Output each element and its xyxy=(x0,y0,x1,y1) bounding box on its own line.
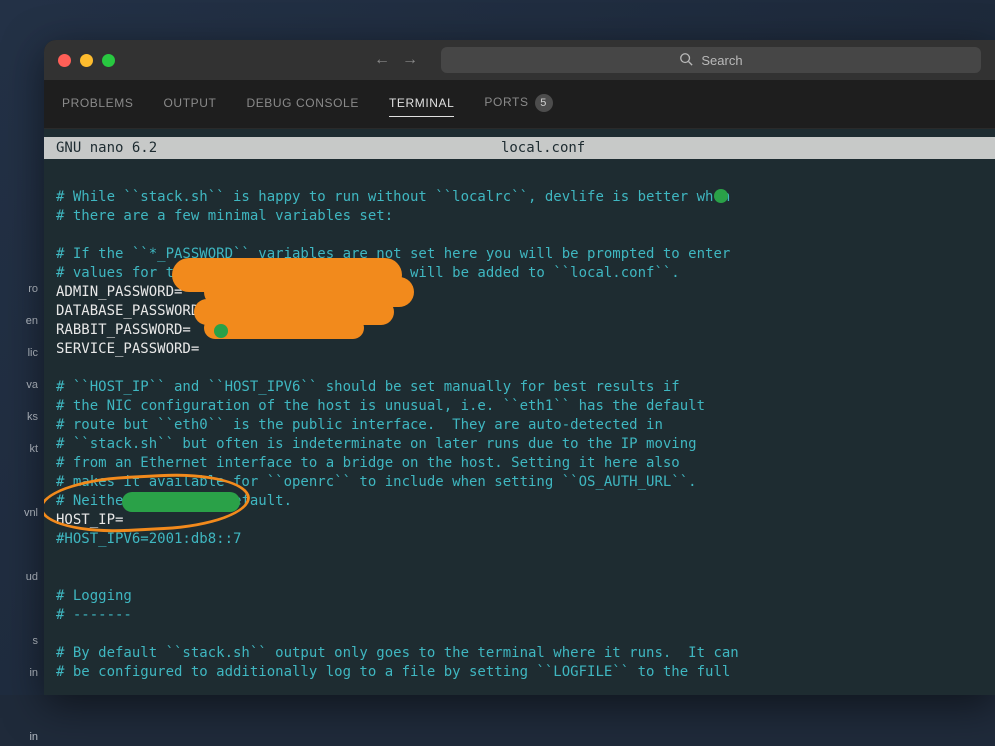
file-line: # the NIC configuration of the host is u… xyxy=(56,398,705,414)
tab-debug-console[interactable]: DEBUG CONSOLE xyxy=(246,96,359,116)
side-label xyxy=(0,696,40,714)
side-label: in xyxy=(0,664,40,682)
side-label: ud xyxy=(0,568,40,586)
side-label: ks xyxy=(0,408,40,426)
redaction-orange xyxy=(194,299,394,325)
side-label: in xyxy=(0,728,40,746)
file-line: # values for them by ``stack.sh``and the… xyxy=(56,265,680,281)
file-line: # route but ``eth0`` is the public inter… xyxy=(56,417,663,433)
tab-output[interactable]: OUTPUT xyxy=(164,96,217,116)
tab-problems[interactable]: PROBLEMS xyxy=(62,96,134,116)
nano-header-bar: GNU nano 6.2 local.conf xyxy=(44,137,995,159)
file-line: # If the ``*_PASSWORD`` variables are no… xyxy=(56,246,730,262)
ports-count-badge: 5 xyxy=(535,94,553,112)
redaction-orange xyxy=(204,317,364,339)
file-line: ADMIN_PASSWORD= xyxy=(56,284,182,300)
file-line: # ------- xyxy=(56,607,132,623)
titlebar: ← → Search xyxy=(44,40,995,80)
side-label: lic xyxy=(0,344,40,362)
tab-terminal[interactable]: TERMINAL xyxy=(389,96,454,117)
file-line: # from an Ethernet interface to a bridge… xyxy=(56,455,680,471)
file-line: # Neither is set by default. xyxy=(56,493,292,509)
side-label xyxy=(0,472,40,490)
file-line: # ``HOST_IP`` and ``HOST_IPV6`` should b… xyxy=(56,379,680,395)
panel-tabs: PROBLEMS OUTPUT DEBUG CONSOLE TERMINAL P… xyxy=(44,80,995,129)
tab-ports[interactable]: PORTS 5 xyxy=(484,94,552,118)
file-line: #HOST_IPV6=2001:db8::7 xyxy=(56,531,241,547)
tab-label: DEBUG CONSOLE xyxy=(246,96,359,110)
side-label xyxy=(0,600,40,618)
file-line: SERVICE_PASSWORD= xyxy=(56,341,199,357)
redaction-orange xyxy=(204,277,414,307)
nav-back-button[interactable]: ← xyxy=(369,47,395,73)
tab-label: PORTS xyxy=(484,95,528,109)
file-line: # While ``stack.sh`` is happy to run wit… xyxy=(56,189,730,205)
file-line: RABBIT_PASSWORD= xyxy=(56,322,191,338)
tab-label: PROBLEMS xyxy=(62,96,134,110)
file-line: # makes it available for ``openrc`` to i… xyxy=(56,474,697,490)
nav-forward-button[interactable]: → xyxy=(397,47,423,73)
traffic-lights xyxy=(58,54,115,67)
search-icon xyxy=(679,52,693,69)
terminal-panel[interactable]: GNU nano 6.2 local.conf # While ``stack.… xyxy=(44,129,995,695)
side-label xyxy=(0,536,40,554)
nano-filename: local.conf xyxy=(501,139,983,157)
file-line: # Logging xyxy=(56,588,132,604)
file-line: # ``stack.sh`` but often is indeterminat… xyxy=(56,436,697,452)
command-center-search[interactable]: Search xyxy=(441,47,981,73)
file-line: # By default ``stack.sh`` output only go… xyxy=(56,645,739,661)
window-minimize-button[interactable] xyxy=(80,54,93,67)
arrow-left-icon: ← xyxy=(374,51,390,69)
window-zoom-button[interactable] xyxy=(102,54,115,67)
file-line: DATABASE_PASSWORD= xyxy=(56,303,208,319)
window-close-button[interactable] xyxy=(58,54,71,67)
side-label: s xyxy=(0,632,40,650)
file-line: # there are a few minimal variables set: xyxy=(56,208,393,224)
file-line: HOST_IP= xyxy=(56,512,123,528)
side-label: kt xyxy=(0,440,40,458)
search-placeholder: Search xyxy=(701,53,742,68)
desktop-side-labels: ro en lic va ks kt vnl ud s in in xyxy=(0,280,40,746)
tab-label: OUTPUT xyxy=(164,96,217,110)
side-label: en xyxy=(0,312,40,330)
tab-label: TERMINAL xyxy=(389,96,454,110)
nav-arrows: ← → xyxy=(369,47,423,73)
vscode-window: ← → Search PROBLEMS OUTPUT DEBUG CONSOLE… xyxy=(44,40,995,695)
nano-version: GNU nano 6.2 xyxy=(56,139,501,157)
side-label: vnl xyxy=(0,504,40,522)
nano-editor-body[interactable]: # While ``stack.sh`` is happy to run wit… xyxy=(44,159,995,695)
side-label: va xyxy=(0,376,40,394)
side-label: ro xyxy=(0,280,40,298)
terminal-content: GNU nano 6.2 local.conf # While ``stack.… xyxy=(44,129,995,695)
arrow-right-icon: → xyxy=(402,51,418,69)
file-line: # be configured to additionally log to a… xyxy=(56,664,730,680)
annotation-dot xyxy=(214,324,228,338)
